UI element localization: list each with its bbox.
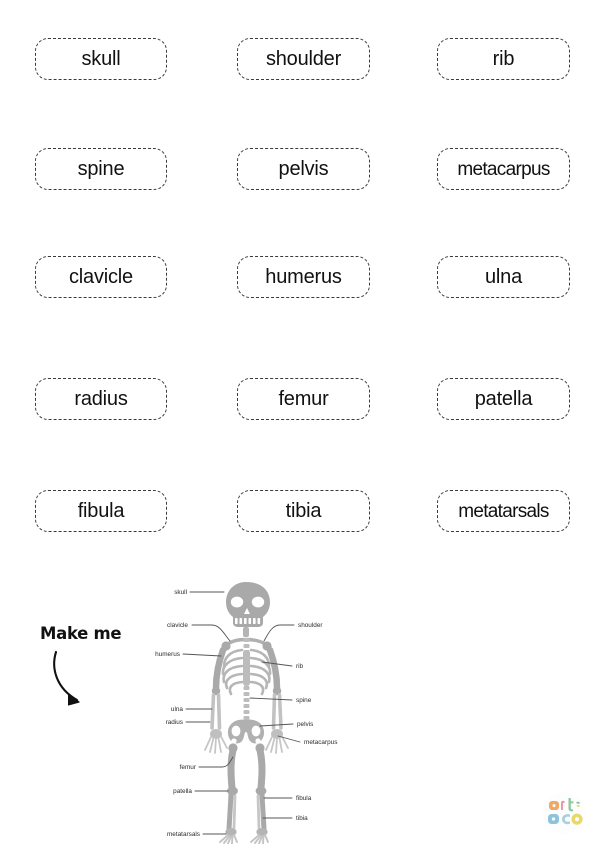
make-me-label: Make me bbox=[40, 624, 122, 643]
word-card-label: humerus bbox=[265, 266, 342, 288]
skeleton-diagram: skull clavicle shoulder humerus rib spin… bbox=[150, 578, 360, 844]
word-card-label: skull bbox=[81, 48, 121, 70]
card-row: clavicle humerus ulna bbox=[0, 256, 600, 298]
word-card-label: metacarpus bbox=[457, 158, 550, 180]
diagram-label-rib: rib bbox=[296, 663, 304, 670]
word-card-ulna[interactable]: ulna bbox=[437, 256, 570, 298]
diagram-label-patella: patella bbox=[173, 788, 192, 795]
word-cards-area: skull shoulder rib spine pelvis metacarp… bbox=[0, 0, 600, 560]
word-card-clavicle[interactable]: clavicle bbox=[35, 256, 167, 298]
word-card-humerus[interactable]: humerus bbox=[237, 256, 370, 298]
diagram-label-humerus: humerus bbox=[155, 651, 180, 658]
word-card-label: metatarsals bbox=[458, 500, 549, 522]
word-card-label: fibula bbox=[77, 500, 125, 522]
leader-clavicle bbox=[191, 624, 231, 642]
diagram-label-spine: spine bbox=[296, 697, 312, 704]
word-card-label: femur bbox=[278, 388, 329, 410]
word-card-patella[interactable]: patella bbox=[437, 378, 570, 420]
leader-humerus bbox=[182, 653, 222, 657]
diagram-label-ulna: ulna bbox=[171, 706, 184, 713]
diagram-label-metacarpus: metacarpus bbox=[304, 739, 337, 746]
curved-arrow-down-right-icon bbox=[53, 650, 80, 706]
make-me-prompt: Make me bbox=[40, 624, 160, 714]
word-card-skull[interactable]: skull bbox=[35, 38, 167, 80]
skeleton-svg: skull clavicle shoulder humerus rib spin… bbox=[155, 582, 337, 844]
diagram-label-fibula: fibula bbox=[296, 795, 312, 802]
diagram-label-skull: skull bbox=[174, 589, 187, 596]
word-card-label: radius bbox=[74, 388, 128, 410]
word-card-radius[interactable]: radius bbox=[35, 378, 167, 420]
word-card-tibia[interactable]: tibia bbox=[237, 490, 370, 532]
word-card-label: rib bbox=[492, 48, 515, 70]
word-card-label: pelvis bbox=[278, 158, 329, 180]
card-row: spine pelvis metacarpus bbox=[0, 148, 600, 190]
diagram-label-femur: femur bbox=[180, 764, 197, 771]
card-row: radius femur patella bbox=[0, 378, 600, 420]
word-card-fibula[interactable]: fibula bbox=[35, 490, 167, 532]
leader-shoulder bbox=[263, 624, 295, 642]
word-card-femur[interactable]: femur bbox=[237, 378, 370, 420]
word-card-label: spine bbox=[77, 158, 125, 180]
card-row: fibula tibia metatarsals bbox=[0, 490, 600, 532]
diagram-leader-lines bbox=[182, 591, 301, 835]
word-card-pelvis[interactable]: pelvis bbox=[237, 148, 370, 190]
diagram-label-metatarsals: metatarsals bbox=[167, 831, 200, 838]
word-card-label: ulna bbox=[484, 266, 522, 288]
diagram-label-shoulder: shoulder bbox=[298, 622, 323, 629]
diagram-label-tibia: tibia bbox=[296, 815, 308, 822]
word-card-shoulder[interactable]: shoulder bbox=[237, 38, 370, 80]
leader-metacarpus bbox=[277, 735, 301, 743]
diagram-label-clavicle: clavicle bbox=[167, 622, 188, 629]
leader-spine bbox=[249, 697, 293, 701]
word-card-label: patella bbox=[474, 388, 533, 410]
diagram-label-radius: radius bbox=[166, 719, 183, 726]
word-card-label: shoulder bbox=[265, 48, 342, 70]
art-and-co-logo bbox=[540, 790, 588, 836]
word-card-metatarsals[interactable]: metatarsals bbox=[437, 490, 570, 532]
word-card-label: tibia bbox=[285, 500, 322, 522]
diagram-label-pelvis: pelvis bbox=[297, 721, 313, 728]
word-card-rib[interactable]: rib bbox=[437, 38, 570, 80]
skeleton-bones bbox=[204, 582, 289, 844]
card-row: skull shoulder rib bbox=[0, 38, 600, 80]
word-card-metacarpus[interactable]: metacarpus bbox=[437, 148, 570, 190]
leader-pelvis bbox=[259, 723, 294, 727]
logo-svg bbox=[543, 792, 585, 834]
word-card-spine[interactable]: spine bbox=[35, 148, 167, 190]
word-card-label: clavicle bbox=[69, 266, 133, 288]
